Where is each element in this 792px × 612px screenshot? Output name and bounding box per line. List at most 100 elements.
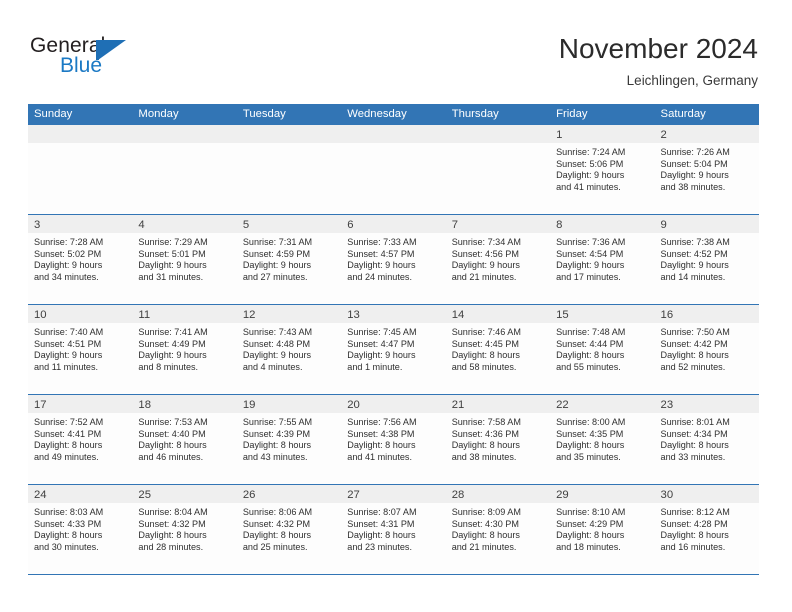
sunset-text: Sunset: 4:35 PM xyxy=(556,428,624,439)
calendar-day-cell[interactable]: 4 Sunrise: 7:29 AM Sunset: 5:01 PM Daylight… xyxy=(132,215,237,304)
daylight-text-line2: and 30 minutes. xyxy=(34,541,99,552)
daylight-text-line1: Daylight: 8 hours xyxy=(556,530,625,541)
daylight-text-line2: and 24 minutes. xyxy=(347,271,412,282)
calendar-day-cell[interactable]: 26 Sunrise: 8:06 AM Sunset: 4:32 PM Dayligh… xyxy=(236,485,342,574)
calendar-day-cell[interactable]: 18 Sunrise: 7:53 AM Sunset: 4:40 PM Dayligh… xyxy=(132,395,237,484)
day-of-week-header-wednesday: Wednesday xyxy=(347,108,407,120)
day-number: 11 xyxy=(138,309,151,321)
general-blue-logo[interactable]: General Blue xyxy=(30,34,210,82)
day-number-band: 19 xyxy=(236,395,342,413)
daylight-text-line2: and 27 minutes. xyxy=(242,271,308,282)
calendar-day-cell[interactable]: 29 Sunrise: 8:10 AM Sunset: 4:29 PM Dayligh… xyxy=(550,485,655,574)
daylight-text-line1: Daylight: 9 hours xyxy=(34,350,103,361)
calendar-day-cell[interactable]: 10 Sunrise: 7:40 AM Sunset: 4:51 PM Dayligh… xyxy=(28,305,133,394)
daylight-text-line2: and 28 minutes. xyxy=(138,541,204,552)
calendar-day-cell[interactable]: 21 Sunrise: 7:58 AM Sunset: 4:36 PM Dayligh… xyxy=(445,395,551,484)
day-number: 18 xyxy=(138,399,151,411)
day-number: 28 xyxy=(451,489,465,501)
sunrise-text: Sunrise: 8:10 AM xyxy=(556,507,626,517)
sunset-text: Sunset: 4:34 PM xyxy=(660,428,728,439)
calendar-day-cell[interactable]: 28 Sunrise: 8:09 AM Sunset: 4:30 PM Dayligh… xyxy=(445,485,551,574)
calendar-day-cell[interactable]: 3 Sunrise: 7:28 AM Sunset: 5:02 PM Daylight… xyxy=(28,215,133,304)
calendar-day-cell[interactable]: 14 Sunrise: 7:46 AM Sunset: 4:45 PM Dayligh… xyxy=(445,305,551,394)
sunset-text: Sunset: 4:38 PM xyxy=(347,428,415,439)
calendar-day-cell[interactable]: 5 Sunrise: 7:31 AM Sunset: 4:59 PM Daylight… xyxy=(236,215,342,304)
daylight-text-line1: Daylight: 9 hours xyxy=(556,260,625,271)
calendar-day-cell[interactable]: 27 Sunrise: 8:07 AM Sunset: 4:31 PM Dayligh… xyxy=(341,485,446,574)
calendar-day-cell[interactable]: 17 Sunrise: 7:52 AM Sunset: 4:41 PM Dayligh… xyxy=(28,395,133,484)
calendar-day-cell[interactable]: 22 Sunrise: 8:00 AM Sunset: 4:35 PM Dayligh… xyxy=(550,395,655,484)
sun-info-block: Sunrise: 7:46 AM Sunset: 4:45 PM Daylight:… xyxy=(446,323,550,373)
calendar-day-cell[interactable]: 30 Sunrise: 8:12 AM Sunset: 4:28 PM Dayligh… xyxy=(654,485,759,574)
daylight-text-line2: and 8 minutes. xyxy=(138,361,199,372)
calendar-day-cell[interactable]: 11 Sunrise: 7:41 AM Sunset: 4:49 PM Dayligh… xyxy=(132,305,237,394)
calendar-day-cell[interactable]: 12 Sunrise: 7:43 AM Sunset: 4:48 PM Dayligh… xyxy=(236,305,342,394)
sunrise-text: Sunrise: 7:29 AM xyxy=(138,237,208,247)
daylight-text-line2: and 25 minutes. xyxy=(242,541,308,552)
sun-info-block: Sunrise: 7:50 AM Sunset: 4:42 PM Daylight:… xyxy=(655,323,759,373)
sunset-text: Sunset: 5:02 PM xyxy=(34,248,102,259)
day-number-band xyxy=(341,125,446,143)
day-of-week-header-tuesday: Tuesday xyxy=(242,108,286,120)
daylight-text-line2: and 38 minutes. xyxy=(451,451,517,462)
day-number: 30 xyxy=(660,489,674,501)
calendar-day-cell[interactable]: 24 Sunrise: 8:03 AM Sunset: 4:33 PM Dayligh… xyxy=(28,485,133,574)
calendar-day-cell[interactable]: 15 Sunrise: 7:48 AM Sunset: 4:44 PM Dayligh… xyxy=(550,305,655,394)
sunrise-text: Sunrise: 7:48 AM xyxy=(556,327,626,337)
daylight-text-line2: and 17 minutes. xyxy=(556,271,621,282)
sunrise-text: Sunrise: 7:33 AM xyxy=(347,237,417,247)
daylight-text-line1: Daylight: 9 hours xyxy=(138,350,207,361)
calendar-day-cell[interactable]: 8 Sunrise: 7:36 AM Sunset: 4:54 PM Daylight… xyxy=(550,215,655,304)
day-number: 21 xyxy=(451,399,465,411)
daylight-text-line2: and 14 minutes. xyxy=(660,271,726,282)
sunset-text: Sunset: 4:39 PM xyxy=(242,428,311,439)
sun-info-block: Sunrise: 7:29 AM Sunset: 5:01 PM Daylight:… xyxy=(132,233,236,283)
day-number: 7 xyxy=(451,219,458,231)
daylight-text-line2: and 1 minute. xyxy=(347,361,403,372)
day-number-band: 20 xyxy=(341,395,446,413)
day-number-band: 6 xyxy=(341,215,446,233)
sunset-text: Sunset: 4:32 PM xyxy=(138,518,206,529)
sunset-text: Sunset: 4:45 PM xyxy=(451,338,519,349)
sunrise-text: Sunrise: 7:55 AM xyxy=(242,417,313,427)
calendar-day-cell[interactable]: 19 Sunrise: 7:55 AM Sunset: 4:39 PM Dayligh… xyxy=(236,395,342,484)
calendar-day-cell[interactable]: 6 Sunrise: 7:33 AM Sunset: 4:57 PM Daylight… xyxy=(341,215,446,304)
sun-info-block: Sunrise: 7:45 AM Sunset: 4:47 PM Daylight:… xyxy=(341,323,445,373)
daylight-text-line1: Daylight: 8 hours xyxy=(660,440,729,451)
calendar-week-row: 3 Sunrise: 7:28 AM Sunset: 5:02 PM Daylight… xyxy=(28,214,759,304)
calendar-day-cell[interactable]: 16 Sunrise: 7:50 AM Sunset: 4:42 PM Dayligh… xyxy=(654,305,759,394)
calendar-day-cell[interactable]: 1 Sunrise: 7:24 AM Sunset: 5:06 PM Daylight… xyxy=(550,125,655,214)
day-number: 4 xyxy=(138,219,145,231)
calendar-day-cell[interactable]: 25 Sunrise: 8:04 AM Sunset: 4:32 PM Dayligh… xyxy=(132,485,237,574)
daylight-text-line1: Daylight: 9 hours xyxy=(242,260,312,271)
day-number: 16 xyxy=(660,309,674,321)
sun-info-block: Sunrise: 8:10 AM Sunset: 4:29 PM Daylight:… xyxy=(550,503,654,553)
day-number-band: 22 xyxy=(550,395,655,413)
sun-info-block: Sunrise: 7:52 AM Sunset: 4:41 PM Daylight:… xyxy=(28,413,132,463)
daylight-text-line1: Daylight: 8 hours xyxy=(660,350,729,361)
sunrise-text: Sunrise: 7:28 AM xyxy=(34,237,104,247)
sunset-text: Sunset: 4:41 PM xyxy=(34,428,102,439)
calendar-day-cell[interactable]: 9 Sunrise: 7:38 AM Sunset: 4:52 PM Daylight… xyxy=(654,215,759,304)
calendar-grid: Sunday Monday Tuesday Wednesday Thursday Frid… xyxy=(28,104,759,575)
day-number-band: 9 xyxy=(654,215,759,233)
calendar-day-cell[interactable]: 23 Sunrise: 8:01 AM Sunset: 4:34 PM Dayligh… xyxy=(654,395,759,484)
calendar-day-cell[interactable]: 20 Sunrise: 7:56 AM Sunset: 4:38 PM Dayligh… xyxy=(341,395,446,484)
day-number: 15 xyxy=(556,309,569,321)
sun-info-block: Sunrise: 8:03 AM Sunset: 4:33 PM Daylight:… xyxy=(28,503,132,553)
day-number-band: 23 xyxy=(654,395,759,413)
calendar-day-cell[interactable]: 7 Sunrise: 7:34 AM Sunset: 4:56 PM Daylight… xyxy=(445,215,551,304)
calendar-day-cell-empty xyxy=(28,125,133,214)
calendar-day-cell[interactable]: 2 Sunrise: 7:26 AM Sunset: 5:04 PM Daylight… xyxy=(654,125,759,214)
calendar-day-cell[interactable]: 13 Sunrise: 7:45 AM Sunset: 4:47 PM Dayligh… xyxy=(341,305,446,394)
daylight-text-line2: and 34 minutes. xyxy=(34,271,99,282)
day-number: 14 xyxy=(451,309,465,321)
sunset-text: Sunset: 4:40 PM xyxy=(138,428,206,439)
day-of-week-header-sunday: Sunday xyxy=(34,108,73,120)
day-number: 26 xyxy=(242,489,256,501)
calendar-weeks: 1 Sunrise: 7:24 AM Sunset: 5:06 PM Daylight… xyxy=(28,125,759,574)
day-of-week-header-saturday: Saturday xyxy=(660,108,706,120)
daylight-text-line1: Daylight: 8 hours xyxy=(347,440,416,451)
sunset-text: Sunset: 4:54 PM xyxy=(556,248,624,259)
daylight-text-line2: and 33 minutes. xyxy=(660,451,726,462)
